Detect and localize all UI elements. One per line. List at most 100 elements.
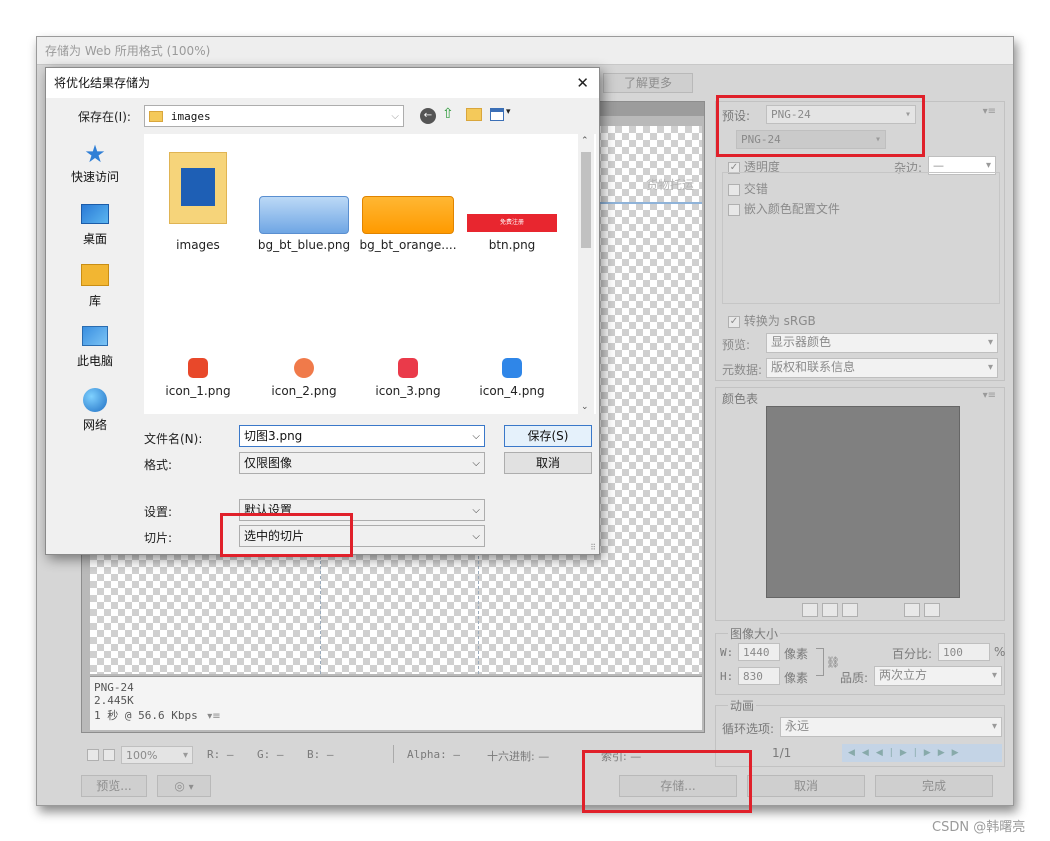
info-size: 2.445K — [94, 694, 134, 707]
preview-button[interactable]: 预览... — [81, 775, 147, 797]
file-list-scrollbar[interactable]: ⌃ ⌄ — [578, 134, 594, 414]
next-frame-icon[interactable]: |▶ — [914, 748, 938, 758]
view-menu-icon[interactable] — [490, 108, 504, 121]
nav-network[interactable]: 网络 — [46, 388, 144, 433]
save-file-button[interactable]: 保存(S) — [504, 425, 592, 447]
height-input[interactable]: 830 — [738, 667, 780, 685]
image-thumbnail — [398, 358, 418, 378]
metadata-value: 版权和联系信息 — [771, 360, 856, 374]
play-icon[interactable]: ▶ — [900, 748, 914, 758]
web-shift-icon[interactable] — [821, 602, 838, 617]
width-input[interactable]: 1440 — [738, 643, 780, 661]
panel-menu-icon[interactable]: ▾≡ — [983, 106, 996, 117]
preview-mode-label: 预览: — [722, 338, 751, 352]
computer-icon — [82, 326, 108, 346]
last-frame-icon[interactable]: ▶▶ — [938, 748, 966, 758]
metadata-label: 元数据: — [722, 363, 763, 377]
file-item-blue-bg[interactable]: bg_bt_blue.png — [254, 148, 354, 252]
new-folder-icon[interactable] — [466, 108, 482, 121]
cancel-button[interactable]: 取消 — [747, 775, 865, 797]
highlight-save — [582, 750, 752, 813]
color-table-panel: 颜色表 ▾≡ — [715, 387, 1005, 621]
up-folder-icon[interactable]: ⇧ — [442, 106, 454, 122]
highlight-slices — [220, 513, 353, 557]
image-thumbnail — [259, 196, 349, 234]
r-readout: R: — — [207, 748, 234, 761]
convert-srgb-option[interactable]: ✓ 转换为 sRGB — [728, 312, 816, 329]
file-item-icon4[interactable]: icon_4.png — [462, 358, 562, 398]
close-icon[interactable]: ✕ — [576, 68, 589, 98]
window-title: 存储为 Web 所用格式 (100%) — [37, 37, 1013, 65]
alpha-readout: Alpha: — — [407, 748, 460, 761]
loop-select[interactable]: 永远 ▾ — [780, 717, 1002, 737]
color-table-actions — [904, 602, 954, 617]
hex-readout: 十六进制: — — [487, 750, 550, 763]
zoom-select[interactable]: 100% ▾ — [121, 746, 193, 764]
first-frame-icon[interactable]: ◀◀ — [848, 748, 876, 758]
zoom-in-icon[interactable] — [103, 749, 115, 761]
file-name: icon_4.png — [479, 384, 545, 398]
file-item-orange-bg[interactable]: bg_bt_orange.... — [358, 148, 458, 252]
info-menu-icon[interactable]: ▾≡ — [207, 711, 220, 722]
filename-value: 切图3.png — [244, 429, 303, 443]
prev-frame-icon[interactable]: ◀| — [876, 748, 900, 758]
scrollbar-thumb[interactable] — [581, 152, 591, 248]
star-icon: ★ — [84, 140, 106, 168]
nav-quick-access-label: 快速访问 — [70, 170, 119, 184]
chevron-down-icon: ▾ — [987, 362, 993, 373]
zoom-value: 100% — [126, 749, 158, 762]
quality-value: 两次立方 — [879, 668, 928, 682]
nav-this-pc[interactable]: 此电脑 — [46, 326, 144, 369]
browser-select[interactable]: ◎ ▾ — [157, 775, 211, 797]
dialog-title-text: 将优化结果存储为 — [54, 76, 151, 90]
zoom-out-icon[interactable] — [87, 749, 99, 761]
resize-grip-icon[interactable]: ⠿ — [590, 543, 596, 552]
chevron-down-icon[interactable]: ▾ — [506, 107, 511, 117]
new-color-icon[interactable] — [904, 602, 920, 617]
lock-color-icon[interactable] — [841, 602, 858, 617]
map-color-icon[interactable] — [802, 602, 818, 617]
color-table-menu-icon[interactable]: ▾≡ — [983, 390, 996, 401]
file-item-btn[interactable]: 免费注册 btn.png — [462, 148, 562, 252]
frame-controls: ◀◀◀|▶|▶▶▶ — [842, 744, 1002, 762]
chevron-down-icon: ▾ — [991, 670, 997, 681]
quality-select[interactable]: 两次立方 ▾ — [874, 666, 1002, 686]
file-item-folder[interactable]: images — [148, 148, 248, 252]
scroll-down-icon[interactable]: ⌄ — [581, 402, 589, 412]
nav-quick-access[interactable]: ★ 快速访问 — [46, 140, 144, 185]
chevron-down-icon: ▾ — [987, 337, 993, 348]
scroll-up-icon[interactable]: ⌃ — [581, 136, 589, 146]
learn-more-button[interactable]: 了解更多 — [603, 73, 693, 93]
file-item-icon2[interactable]: icon_2.png — [254, 358, 354, 398]
nav-library[interactable]: 库 — [46, 264, 144, 309]
metadata-select[interactable]: 版权和联系信息 ▾ — [766, 358, 998, 378]
loop-label: 循环选项: — [722, 722, 775, 736]
format-select[interactable]: 仅限图像 ⌵ — [239, 452, 485, 474]
csdn-watermark: CSDN @韩曙亮 — [932, 820, 1026, 835]
file-list[interactable]: images bg_bt_blue.png bg_bt_orange.... 免… — [144, 134, 596, 414]
nav-desktop[interactable]: 桌面 — [46, 204, 144, 247]
convert-srgb-label: 转换为 sRGB — [743, 314, 816, 328]
nav-library-label: 库 — [88, 294, 101, 308]
options-group — [722, 172, 1000, 304]
back-icon[interactable]: ← — [420, 108, 436, 124]
dialog-title: 将优化结果存储为 ✕ — [46, 68, 599, 98]
chevron-down-icon: ⌵ — [472, 505, 480, 516]
slice-divider-2 — [478, 546, 479, 674]
file-item-icon1[interactable]: icon_1.png — [148, 358, 248, 398]
color-table-swatch-area[interactable] — [766, 406, 960, 598]
format-value: 仅限图像 — [244, 456, 293, 470]
done-button[interactable]: 完成 — [875, 775, 993, 797]
cancel-dialog-button[interactable]: 取消 — [504, 452, 592, 474]
file-item-icon3[interactable]: icon_3.png — [358, 358, 458, 398]
preview-mode-select[interactable]: 显示器颜色 ▾ — [766, 333, 998, 353]
link-chain-icon[interactable]: ⛓ — [826, 656, 840, 669]
save-in-value: images — [170, 110, 211, 123]
info-format: PNG-24 — [94, 681, 134, 694]
filename-input[interactable]: 切图3.png ⌵ — [239, 425, 485, 447]
percent-input[interactable]: 100 — [938, 643, 990, 661]
trash-icon[interactable] — [923, 602, 940, 617]
save-in-select[interactable]: images ⌵ — [144, 105, 404, 127]
preview-info-panel: PNG-24 2.445K 1 秒 @ 56.6 Kbps ▾≡ — [90, 676, 702, 730]
height-unit: 像素 — [784, 671, 809, 685]
